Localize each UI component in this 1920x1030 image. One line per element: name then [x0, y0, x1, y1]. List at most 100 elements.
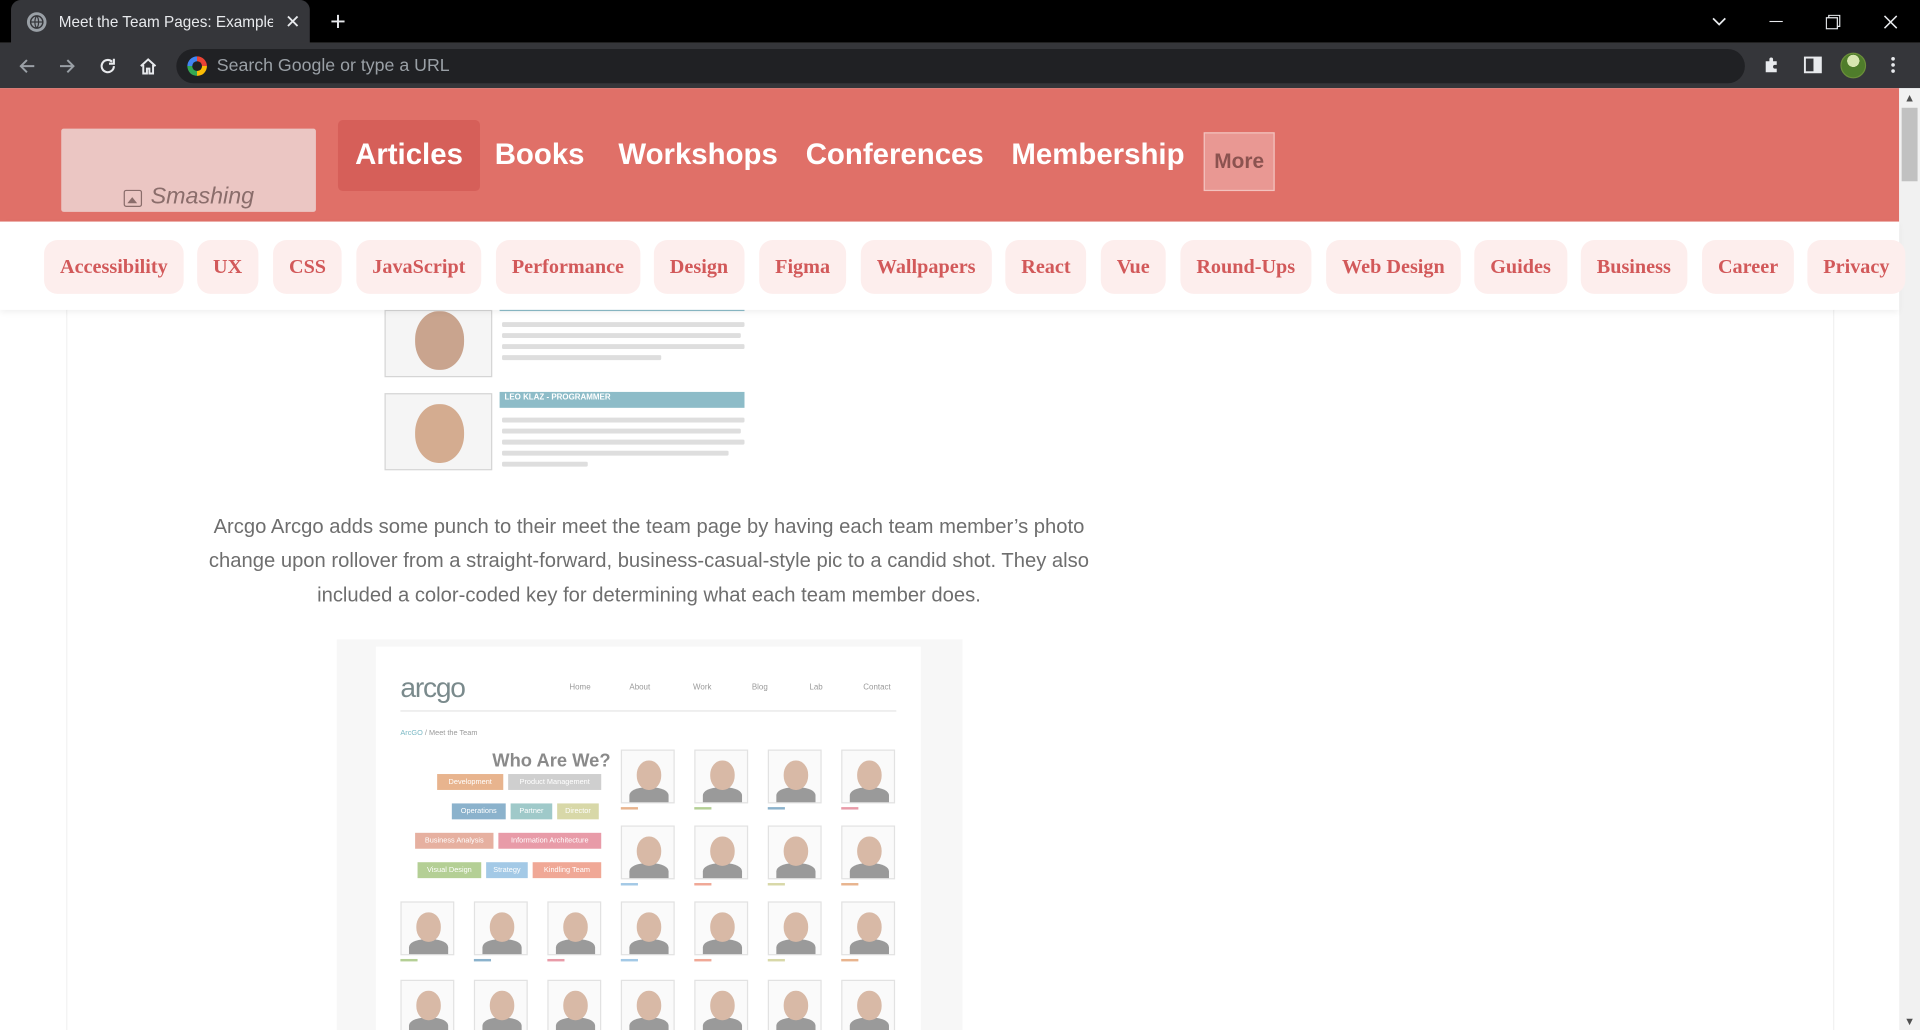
- member-photo: [384, 393, 493, 471]
- site-logo[interactable]: Smashing: [61, 128, 316, 212]
- team-member-thumbnail: [400, 979, 455, 1030]
- extensions-puzzle-icon[interactable]: [1760, 53, 1784, 77]
- topic-pill[interactable]: Career: [1702, 240, 1795, 294]
- topic-pill[interactable]: Accessibility: [44, 240, 184, 294]
- topic-pill[interactable]: Design: [653, 240, 745, 294]
- team-member-thumbnail: [694, 825, 749, 880]
- member-title: LEO KLAZ - PROGRAMMER: [504, 393, 611, 402]
- role-tag: Business Analysis: [415, 832, 494, 849]
- arcgo-team-screenshot: arcgo Home About Work Blog Lab Contact A…: [336, 639, 963, 1030]
- page-scrollbar[interactable]: ▲ ▼: [1899, 88, 1920, 1030]
- topic-pill[interactable]: CSS: [273, 240, 342, 294]
- home-icon[interactable]: [132, 50, 164, 82]
- globe-icon: [26, 11, 47, 32]
- topic-pill[interactable]: Business: [1580, 240, 1687, 294]
- browser-tab-bar: Meet the Team Pages: Examples and Best P…: [0, 0, 1920, 43]
- back-icon[interactable]: [11, 50, 43, 82]
- role-tag: Strategy: [486, 862, 528, 879]
- scroll-down-icon[interactable]: ▼: [1899, 1012, 1920, 1030]
- topic-pill[interactable]: Performance: [495, 240, 640, 294]
- topic-pill[interactable]: Guides: [1474, 240, 1567, 294]
- arcgo-nav-item: Work: [693, 683, 712, 692]
- topic-pill[interactable]: Vue: [1100, 240, 1166, 294]
- topic-pill[interactable]: React: [1005, 240, 1087, 294]
- role-tag: Operations: [451, 803, 506, 820]
- tab-title: Meet the Team Pages: Examples and Best P…: [58, 12, 273, 31]
- address-bar-placeholder: Search Google or type a URL: [216, 56, 450, 76]
- team-page-screenshot-top: LEO KLAZ - PROGRAMMER: [381, 307, 748, 475]
- team-member-thumbnail: [841, 825, 896, 880]
- team-member-thumbnail: [620, 901, 675, 956]
- arcgo-breadcrumb: ArcGO / Meet the Team: [400, 729, 478, 738]
- nav-membership[interactable]: Membership: [994, 120, 1201, 191]
- role-tag: Director: [557, 803, 599, 820]
- site-header: Smashing Articles Books Workshops Confer…: [0, 88, 1900, 222]
- more-button[interactable]: More: [1203, 132, 1275, 192]
- team-member-thumbnail: [473, 901, 528, 956]
- logo-alt-text: Smashing: [150, 183, 255, 210]
- scroll-up-icon[interactable]: ▲: [1899, 88, 1920, 106]
- article-paragraph: Arcgo Arcgo adds some punch to their mee…: [208, 515, 1090, 607]
- minimize-icon[interactable]: [1747, 0, 1803, 43]
- team-member-thumbnail: [767, 749, 822, 804]
- member-photo: [384, 309, 493, 378]
- topic-pill[interactable]: Wallpapers: [860, 240, 992, 294]
- team-member-thumbnail: [694, 901, 749, 956]
- forward-icon[interactable]: [51, 50, 83, 82]
- team-member-thumbnail: [767, 979, 822, 1030]
- team-member-thumbnail: [400, 901, 455, 956]
- arcgo-logo: arcgo: [400, 671, 466, 703]
- nav-books[interactable]: Books: [478, 120, 602, 191]
- role-tag: Partner: [510, 803, 553, 820]
- topic-pill[interactable]: Round-Ups: [1180, 240, 1312, 294]
- menu-kebab-icon[interactable]: [1881, 53, 1905, 77]
- topic-pill[interactable]: Web Design: [1326, 240, 1461, 294]
- browser-toolbar: Search Google or type a URL: [0, 42, 1920, 89]
- team-member-thumbnail: [620, 825, 675, 880]
- arcgo-heading: Who Are We?: [492, 750, 611, 772]
- broken-image-icon: [123, 189, 143, 207]
- team-member-thumbnail: [473, 979, 528, 1030]
- arcgo-nav-item: Home: [569, 683, 591, 692]
- scrollbar-thumb[interactable]: [1901, 107, 1918, 182]
- topic-pill[interactable]: JavaScript: [356, 240, 482, 294]
- team-member-thumbnail: [620, 979, 675, 1030]
- address-bar[interactable]: Search Google or type a URL: [176, 48, 1745, 84]
- reload-icon[interactable]: [92, 50, 124, 82]
- tab-search-chevron-icon[interactable]: [1691, 0, 1747, 43]
- team-member-thumbnail: [547, 979, 602, 1030]
- close-window-icon[interactable]: [1862, 0, 1918, 43]
- new-tab-icon[interactable]: +: [323, 6, 352, 38]
- role-tag: Kindling Team: [532, 862, 602, 879]
- nav-conferences[interactable]: Conferences: [789, 120, 1001, 191]
- team-member-thumbnail: [841, 749, 896, 804]
- tab-close-icon[interactable]: ✕: [283, 10, 303, 33]
- arcgo-nav-item: Lab: [809, 683, 823, 692]
- team-member-thumbnail: [767, 901, 822, 956]
- team-member-thumbnail: [841, 979, 896, 1030]
- google-icon: [187, 56, 207, 76]
- profile-avatar[interactable]: [1840, 52, 1867, 79]
- arcgo-nav-item: About: [629, 683, 651, 692]
- nav-workshops[interactable]: Workshops: [601, 120, 795, 191]
- arcgo-nav-item: Contact: [863, 683, 891, 692]
- arcgo-nav-item: Blog: [751, 683, 768, 692]
- topic-pill[interactable]: UX: [197, 240, 259, 294]
- topic-bar: Accessibility UX CSS JavaScript Performa…: [0, 221, 1906, 310]
- role-tag: Product Management: [508, 774, 602, 790]
- topic-pill[interactable]: Privacy: [1807, 240, 1906, 294]
- topic-pill[interactable]: Figma: [759, 240, 847, 294]
- browser-tab[interactable]: Meet the Team Pages: Examples and Best P…: [11, 0, 310, 43]
- role-tag: Visual Design: [417, 862, 482, 879]
- role-tag: Development: [437, 774, 504, 790]
- role-tag: Information Architecture: [498, 832, 602, 849]
- team-member-thumbnail: [547, 901, 602, 956]
- team-member-thumbnail: [694, 749, 749, 804]
- team-member-thumbnail: [767, 825, 822, 880]
- side-panel-icon[interactable]: [1800, 53, 1824, 77]
- nav-articles[interactable]: Articles: [337, 120, 481, 192]
- team-member-thumbnail: [694, 979, 749, 1030]
- team-member-thumbnail: [620, 749, 675, 804]
- team-member-thumbnail: [841, 901, 896, 956]
- restore-icon[interactable]: [1805, 0, 1861, 43]
